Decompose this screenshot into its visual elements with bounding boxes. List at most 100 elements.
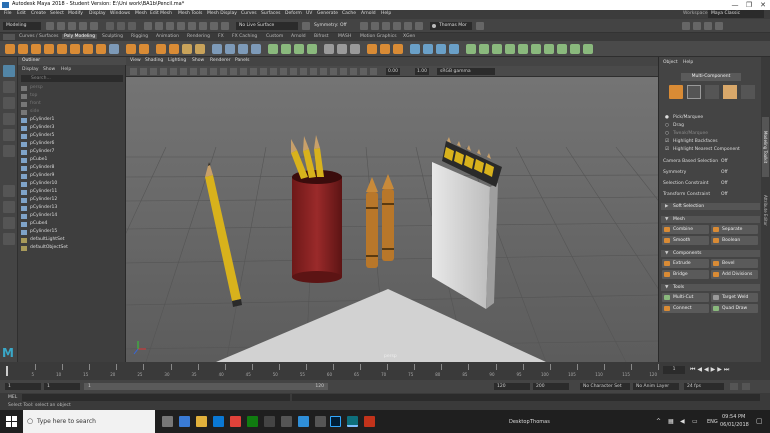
time-slider[interactable]: 5 10 15 20 25 30 35 40 45 50 55 60 65 70 75 80 85 90 95 100… <box>0 362 770 380</box>
insert-edge-loop-icon[interactable] <box>281 44 291 54</box>
shadows-icon[interactable] <box>280 68 287 75</box>
object-mode-icon[interactable] <box>669 85 683 99</box>
four-view-layout-icon[interactable] <box>3 201 15 213</box>
clock-date[interactable]: 06/01/2018 <box>720 422 749 428</box>
wireframe-icon[interactable] <box>230 68 237 75</box>
color-space-dropdown[interactable]: sRGB gamma <box>437 68 495 75</box>
outliner-item[interactable]: front <box>30 101 41 106</box>
outliner-item[interactable]: pCube1 <box>30 157 47 162</box>
menu-cache[interactable]: Cache <box>342 11 356 16</box>
auto-key-icon[interactable] <box>730 383 738 390</box>
select-dynamics-icon[interactable] <box>199 22 207 30</box>
save-scene-icon[interactable] <box>68 22 76 30</box>
outliner-item[interactable]: pCylinder10 <box>30 181 57 186</box>
outliner-item[interactable]: defaultObjectSet <box>30 245 68 250</box>
multi-cut-icon[interactable] <box>268 44 278 54</box>
boolean-icon[interactable] <box>169 44 179 54</box>
menu-mesh-tools[interactable]: Mesh Tools <box>178 11 202 16</box>
tab-poly-modeling[interactable]: Poly Modeling <box>62 34 98 39</box>
bookmark-icon[interactable] <box>140 68 147 75</box>
near-clip-field[interactable]: 0.00 <box>386 68 400 75</box>
photoshop-icon[interactable] <box>330 416 341 427</box>
xray-components-icon[interactable] <box>360 68 367 75</box>
poly-torus-icon[interactable] <box>57 44 67 54</box>
unparent-icon[interactable] <box>570 44 580 54</box>
menu-uv[interactable]: UV <box>306 11 312 16</box>
tab-xgen[interactable]: XGen <box>403 34 415 39</box>
xray-icon[interactable] <box>340 68 347 75</box>
soften-edge-icon[interactable] <box>380 44 390 54</box>
motion-blur-icon[interactable] <box>300 68 307 75</box>
default-material-icon[interactable] <box>250 68 257 75</box>
taskbar-search-input[interactable]: Type here to search <box>23 410 155 433</box>
toggle-tool-settings-icon[interactable] <box>704 22 712 30</box>
redo-icon[interactable] <box>90 22 98 30</box>
select-surfaces-icon[interactable] <box>177 22 185 30</box>
maximize-button[interactable]: ❐ <box>742 0 756 10</box>
outliner-menu-show[interactable]: Show <box>43 67 55 72</box>
select-deformers-icon[interactable] <box>188 22 196 30</box>
gamma-field[interactable]: 1.00 <box>415 68 429 75</box>
depth-of-field-icon[interactable] <box>320 68 327 75</box>
use-all-lights-icon[interactable] <box>270 68 277 75</box>
anim-layer-dropdown[interactable]: No Anim Layer <box>633 383 679 390</box>
smooth-icon[interactable] <box>156 44 166 54</box>
menu-generate[interactable]: Generate <box>317 11 338 16</box>
select-rendering-icon[interactable] <box>210 22 218 30</box>
safe-action-icon[interactable] <box>210 68 217 75</box>
tab-mash[interactable]: MASH <box>338 34 351 39</box>
uv-editor-icon[interactable] <box>410 44 420 54</box>
resolution-gate-icon[interactable] <box>180 68 187 75</box>
outliner-item[interactable]: top <box>30 93 37 98</box>
multi-cut-button[interactable]: Multi-Cut <box>662 293 709 302</box>
arnold-render-view-icon[interactable] <box>404 22 412 30</box>
merge-icon[interactable] <box>324 44 334 54</box>
menu-mesh[interactable]: Mesh <box>135 11 147 16</box>
outliner-item[interactable]: pCylinder9 <box>30 173 54 178</box>
gate-mask-icon[interactable] <box>190 68 197 75</box>
tab-modeling-toolkit[interactable]: Modeling Toolkit <box>762 117 769 177</box>
poly-cylinder-icon[interactable] <box>31 44 41 54</box>
character-set-dropdown[interactable]: No Character Set <box>580 383 630 390</box>
textured-icon[interactable] <box>260 68 267 75</box>
freeze-transform-icon[interactable] <box>479 44 489 54</box>
range-slider-bar[interactable]: 1 120 <box>84 383 328 390</box>
menu-help[interactable]: Help <box>381 11 391 16</box>
select-component-icon[interactable] <box>128 22 136 30</box>
mode-dropdown[interactable]: Modeling <box>3 22 41 30</box>
word-icon[interactable] <box>298 416 309 427</box>
add-divisions-button[interactable]: Add Divisions <box>711 270 758 279</box>
menu-display[interactable]: Display <box>89 11 106 16</box>
render-view-icon[interactable] <box>415 22 423 30</box>
boolean-button[interactable]: Boolean <box>711 236 758 245</box>
maya-taskbar-icon[interactable] <box>347 416 358 427</box>
tab-attribute-editor[interactable]: Attribute Editor <box>762 181 769 239</box>
tab-custom[interactable]: Custom <box>266 34 283 39</box>
poly-disc-icon[interactable] <box>83 44 93 54</box>
uv-mode-icon[interactable] <box>741 85 755 99</box>
select-tool-icon[interactable] <box>3 65 15 77</box>
playback-end-field[interactable]: 120 <box>494 383 530 390</box>
playback-controls[interactable]: ⏮◀◀▶▶⏭ <box>690 366 766 374</box>
delete-icon[interactable] <box>583 44 593 54</box>
user-toolbar-label[interactable]: Thomas <box>530 419 550 425</box>
menu-file[interactable]: File <box>4 11 12 16</box>
graph-layout-icon[interactable] <box>3 233 15 245</box>
tab-fx[interactable]: FX <box>218 34 224 39</box>
connect-button[interactable]: Connect <box>662 304 709 313</box>
cylindrical-map-icon[interactable] <box>436 44 446 54</box>
automatic-map-icon[interactable] <box>449 44 459 54</box>
poly-cube-icon[interactable] <box>18 44 28 54</box>
poly-cone-icon[interactable] <box>44 44 54 54</box>
field-chart-icon[interactable] <box>200 68 207 75</box>
select-joints-icon[interactable] <box>155 22 163 30</box>
powerpoint-icon[interactable] <box>364 416 375 427</box>
planar-map-icon[interactable] <box>423 44 433 54</box>
menu-arnold[interactable]: Arnold <box>361 11 376 16</box>
parent-icon[interactable] <box>557 44 567 54</box>
render-frame-icon[interactable] <box>360 22 368 30</box>
outliner-item[interactable]: pCylinder12 <box>30 197 57 202</box>
extrude-icon[interactable] <box>212 44 222 54</box>
user-account-button[interactable]: Thomas Mor <box>430 22 472 30</box>
menu-deform[interactable]: Deform <box>285 11 302 16</box>
